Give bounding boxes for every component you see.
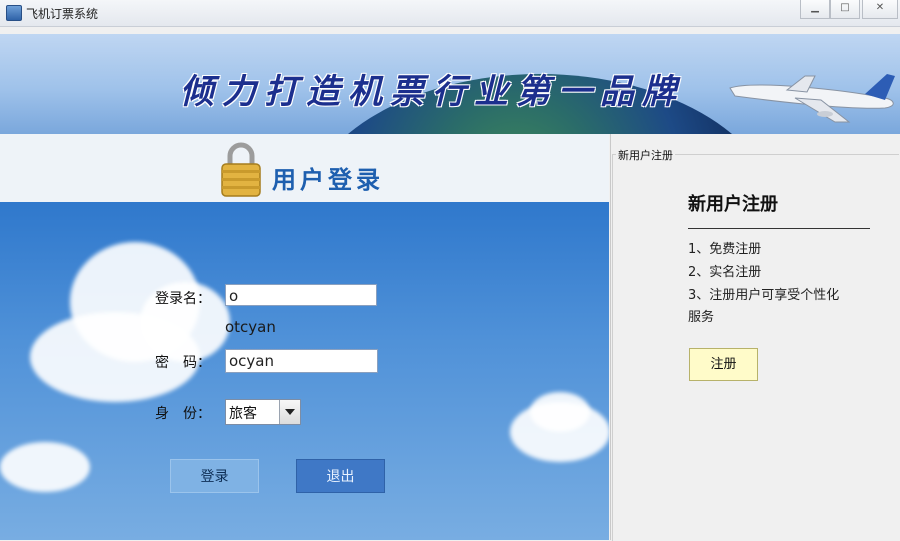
cloud-decoration [0,442,90,492]
register-benefit-item: 2、实名注册 [688,265,762,280]
role-label: 身 份： [155,406,211,422]
airplane-icon [729,74,895,123]
role-select-value: 旅客 [229,406,257,422]
password-label: 密 码： [155,355,211,371]
password-input[interactable]: ocyan [225,349,378,373]
register-button[interactable]: 注册 [689,348,758,381]
register-benefit-item: 服务 [688,310,715,325]
login-button[interactable]: 登录 [170,459,259,493]
username-label: 登录名： [155,291,211,307]
register-group-label: 新用户注册 [616,147,675,163]
close-button[interactable]: ✕ [862,0,898,19]
banner-slogan: 倾力打造机票行业第一品牌 [180,72,684,112]
banner: 倾力打造机票行业第一品牌 [0,34,900,134]
app-icon [6,5,22,21]
register-title: 新用户注册 [688,194,778,215]
username-input[interactable]: o [225,284,377,306]
minimize-button[interactable]: ▁ [800,0,830,19]
chevron-down-icon[interactable] [279,400,300,424]
username-suggestion[interactable]: otcyan [225,318,276,336]
register-divider [688,228,870,229]
window-title: 飞机订票系统 [26,7,99,21]
login-title: 用户登录 [272,166,384,194]
lock-icon [221,142,261,197]
register-benefit-item: 1、免费注册 [688,242,762,257]
exit-button[interactable]: 退出 [296,459,385,493]
role-select[interactable]: 旅客 [225,399,301,425]
maximize-button[interactable]: □ [830,0,860,19]
register-benefit-item: 3、注册用户可享受个性化 [688,288,840,303]
cloud-decoration [530,392,590,432]
title-bar: 飞机订票系统 ▁ □ ✕ [0,0,900,27]
